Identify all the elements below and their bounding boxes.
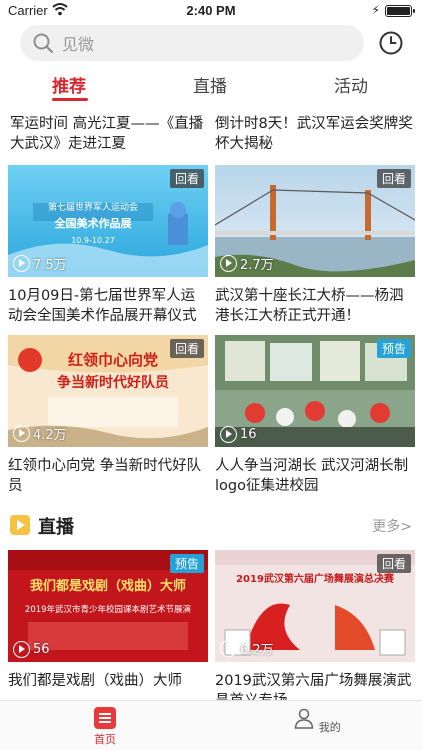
thumb-text: 2019武汉第六届广场舞展演总决赛 (236, 572, 395, 585)
tab-activity[interactable]: 活动 (334, 72, 368, 97)
view-count: 4.2万 (13, 424, 67, 443)
more-link[interactable]: 更多> (372, 516, 412, 536)
status-time: 2:40 PM (186, 3, 236, 18)
view-count-text: 16 (240, 427, 257, 442)
search-bar[interactable]: 见微 (20, 25, 364, 61)
replay-badge: 回看 (376, 554, 411, 573)
view-count: 7.5万 (13, 254, 67, 273)
video-thumbnail[interactable]: 第七届世界军人运动会 全国美术作品展 10.9-10.27 回看 7.5万 (8, 165, 208, 277)
replay-badge: 回看 (376, 169, 411, 188)
play-icon (13, 425, 30, 442)
video-card[interactable]: 第七届世界军人运动会 全国美术作品展 10.9-10.27 回看 7.5万 10… (8, 165, 208, 326)
nav-home-label: 首页 (94, 733, 116, 746)
view-count-text: 2.7万 (240, 258, 274, 273)
video-title[interactable]: 人人争当河湖长 武汉河湖长制logo征集进校园 (215, 456, 415, 496)
home-list-icon (94, 707, 116, 729)
replay-badge: 回看 (169, 339, 204, 358)
live-title[interactable]: 2019武汉第六届广场舞展演武昌首义专场 (215, 671, 415, 701)
search-placeholder: 见微 (62, 35, 95, 54)
profile-icon (294, 708, 314, 729)
replay-badge: 回看 (169, 169, 204, 188)
play-icon (220, 255, 237, 272)
thumb-text: 10.9-10.27 (71, 236, 115, 245)
video-card[interactable]: 回看 2.7万 武汉第十座长江大桥——杨泗港长江大桥正式开通！ (215, 165, 415, 326)
tab-live[interactable]: 直播 (193, 72, 227, 97)
live-play-icon (10, 515, 30, 535)
view-count-text: 56 (33, 642, 50, 657)
video-card[interactable]: 预告 16 人人争当河湖长 武汉河湖长制logo征集进校园 (215, 335, 415, 496)
active-tab-indicator (52, 98, 88, 101)
nav-mine-label: 我的 (318, 721, 341, 734)
nav-mine[interactable]: 我的 (287, 707, 347, 735)
video-title[interactable]: 武汉第十座长江大桥——杨泗港长江大桥正式开通！ (215, 286, 415, 326)
thumb-text: 争当新时代好队员 (57, 374, 169, 391)
bottom-nav: 首页 我的 (0, 700, 422, 750)
thumb-text: 全国美术作品展 (54, 216, 133, 230)
view-count-text: 4.2万 (33, 428, 67, 443)
thumb-text: 第七届世界军人运动会 (48, 201, 138, 213)
category-tabs: 推荐 直播 活动 (0, 68, 422, 104)
live-thumbnail[interactable]: 我们都是戏剧（戏曲）大师 2019年武汉市青少年校园课本剧艺术节展演 预告 56 (8, 550, 208, 662)
live-section-header: 直播 更多> (10, 512, 412, 540)
video-title[interactable]: 10月09日-第七届世界军人运动会全国美术作品展开幕仪式 (8, 286, 208, 326)
status-bar: Carrier 2:40 PM ⚡ (0, 0, 422, 22)
view-count: 2.7万 (220, 254, 274, 273)
charging-icon: ⚡ (371, 3, 380, 17)
video-thumbnail[interactable]: 红领巾心向党 争当新时代好队员 回看 4.2万 (8, 335, 208, 447)
video-thumbnail[interactable]: 预告 16 (215, 335, 415, 447)
play-icon (220, 426, 237, 443)
battery-icon (385, 5, 415, 17)
live-section-title: 直播 (38, 517, 74, 538)
history-clock-icon[interactable] (378, 30, 404, 56)
view-count: 16 (220, 426, 257, 443)
video-thumbnail[interactable]: 回看 2.7万 (215, 165, 415, 277)
play-icon (13, 641, 30, 658)
search-icon (33, 33, 54, 54)
nav-home[interactable]: 首页 (75, 707, 135, 747)
video-title[interactable]: 红领巾心向党 争当新时代好队员 (8, 456, 208, 496)
live-thumbnail[interactable]: 2019武汉第六届广场舞展演总决赛 回看 6.2万 (215, 550, 415, 662)
thumb-text: 红领巾心向党 (68, 351, 158, 369)
top-item-title[interactable]: 军运时间 高光江夏——《直播大武汉》走进江夏 (10, 114, 210, 154)
play-icon (220, 640, 237, 657)
preview-badge: 预告 (376, 339, 411, 358)
view-count: 56 (13, 641, 50, 658)
view-count: 6.2万 (220, 639, 274, 658)
tab-recommend[interactable]: 推荐 (52, 72, 86, 97)
video-card[interactable]: 红领巾心向党 争当新时代好队员 回看 4.2万 红领巾心向党 争当新时代好队员 (8, 335, 208, 496)
view-count-text: 7.5万 (33, 258, 67, 273)
view-count-text: 6.2万 (240, 643, 274, 658)
thumb-text: 我们都是戏剧（戏曲）大师 (30, 578, 186, 594)
top-item-title[interactable]: 倒计时8天！武汉军运会奖牌奖杯大揭秘 (215, 114, 415, 154)
live-card[interactable]: 2019武汉第六届广场舞展演总决赛 回看 6.2万 2019武汉第六届广场舞展演… (215, 550, 415, 701)
thumb-text: 2019年武汉市青少年校园课本剧艺术节展演 (25, 604, 192, 615)
play-icon (13, 255, 30, 272)
preview-badge: 预告 (169, 554, 204, 573)
live-card[interactable]: 我们都是戏剧（戏曲）大师 2019年武汉市青少年校园课本剧艺术节展演 预告 56… (8, 550, 208, 711)
